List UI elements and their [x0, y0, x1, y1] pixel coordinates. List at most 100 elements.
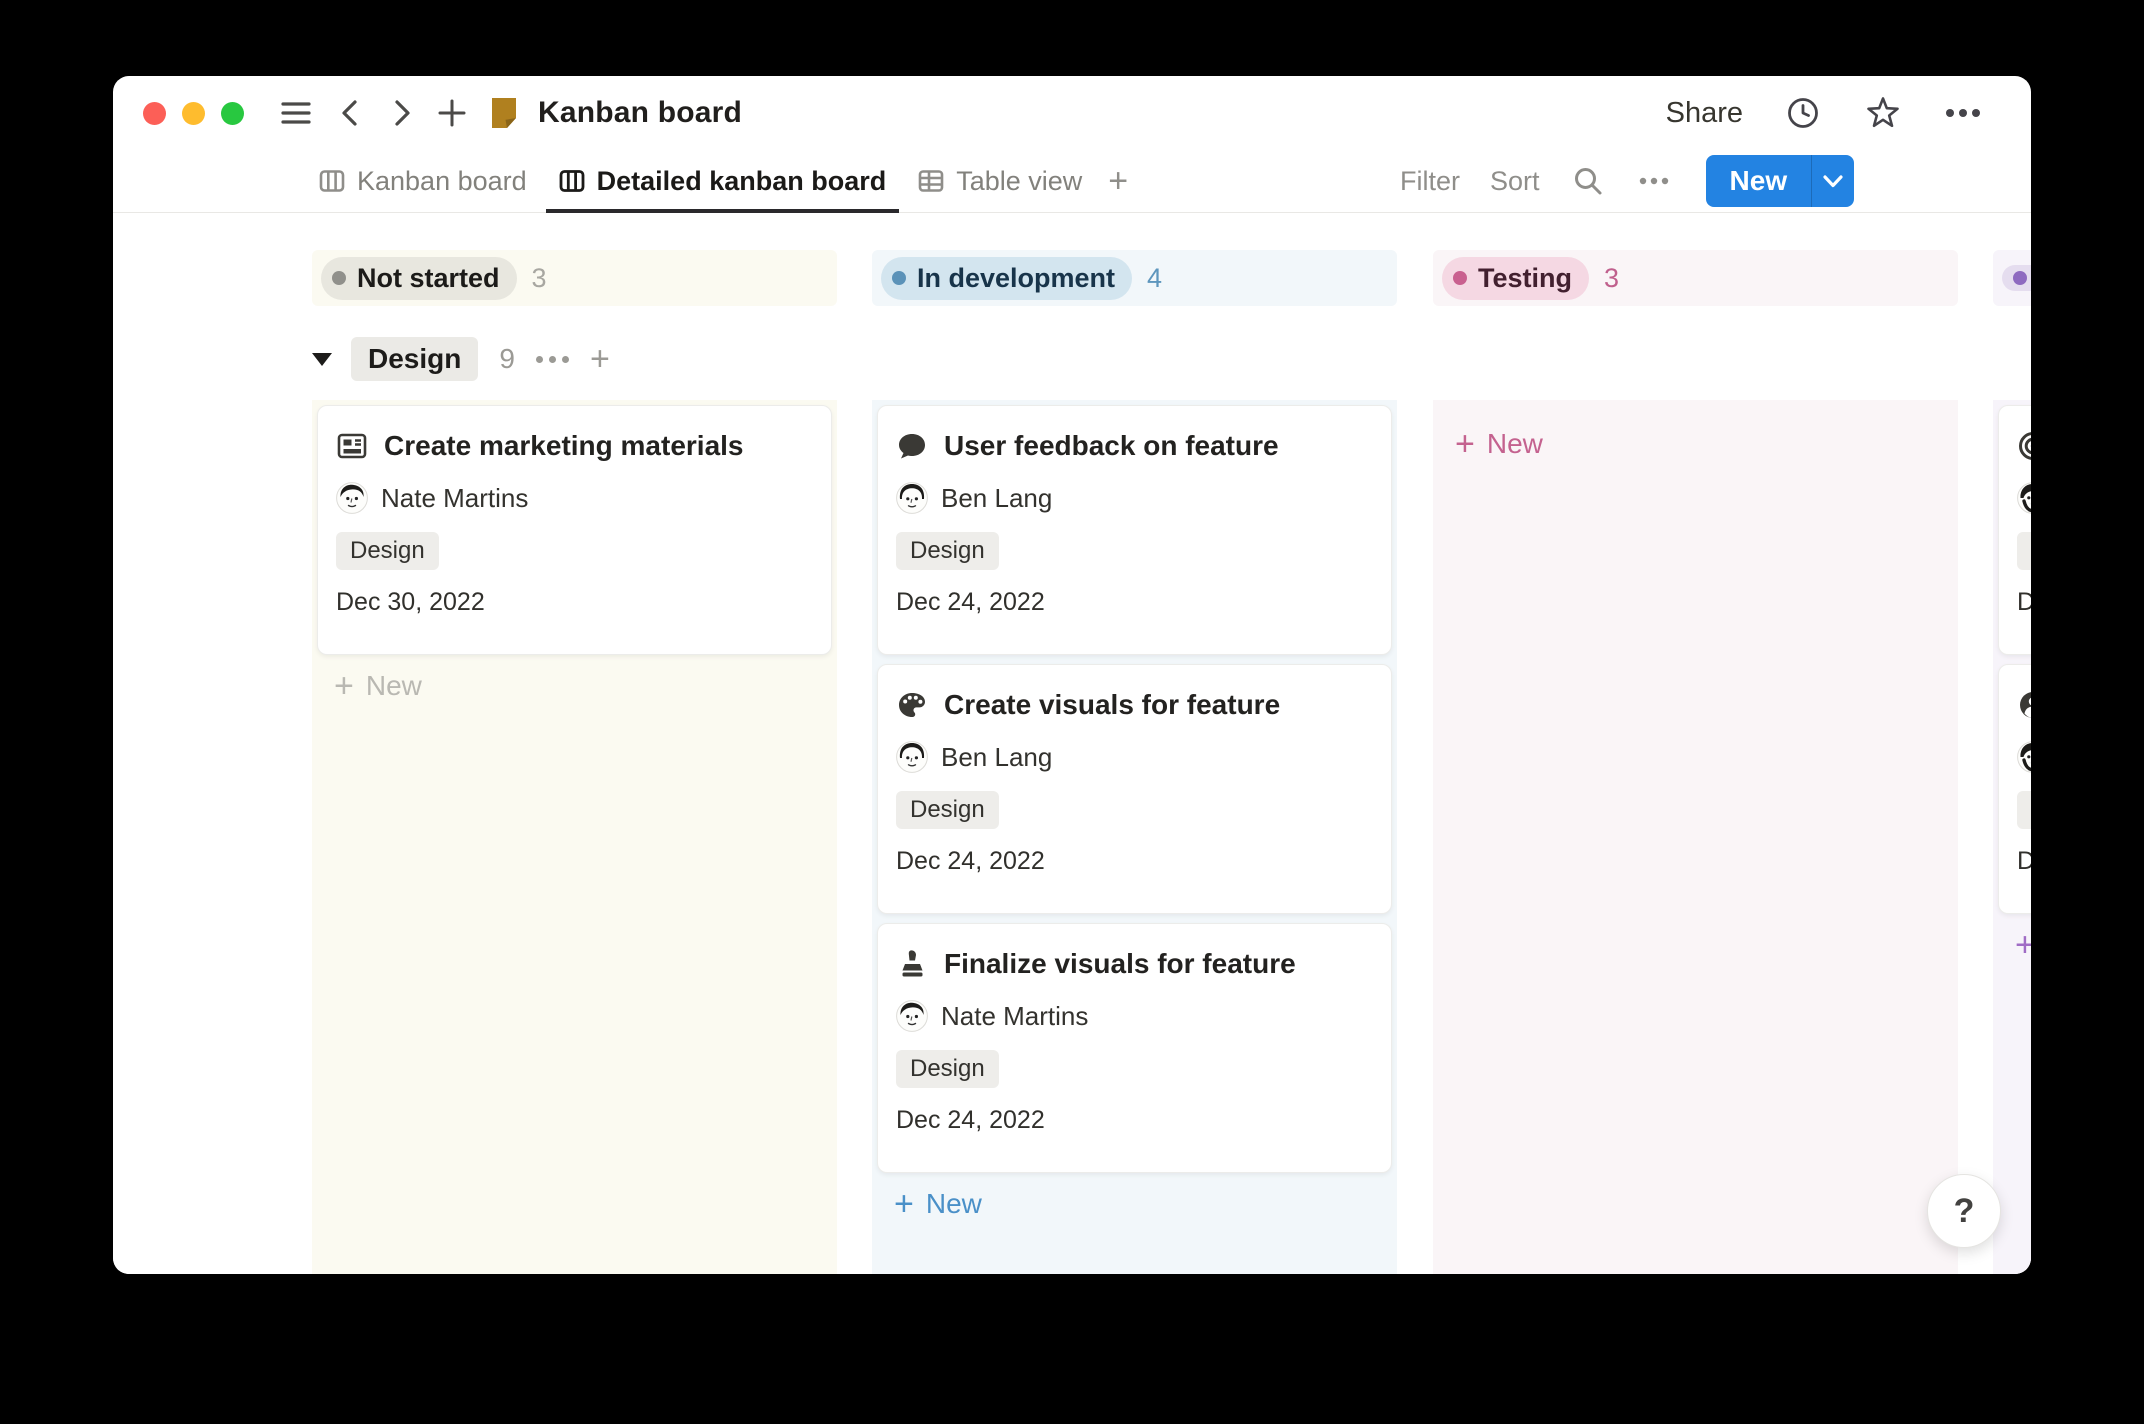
- avatar: [896, 741, 928, 773]
- group-pill[interactable]: Design: [351, 337, 478, 381]
- avatar: [896, 1000, 928, 1032]
- status-label: In development: [917, 263, 1115, 294]
- due-date: Dec 24, 2022: [896, 1106, 1373, 1135]
- column-header-in-development: In development 4: [872, 250, 1397, 306]
- card[interactable]: Design D: [1998, 405, 2031, 655]
- kanban-board: Not started 3 In development 4 Testing 3: [113, 213, 2031, 1274]
- plus-icon: +: [1455, 427, 1475, 461]
- column-body-not-started: Create marketing materials Nate Martins …: [312, 400, 837, 1274]
- group-options-dots-icon[interactable]: [534, 356, 571, 363]
- card-title: Create marketing materials: [384, 430, 744, 462]
- new-card-button[interactable]: + New: [894, 1187, 1397, 1221]
- status-dot: [1453, 271, 1467, 285]
- chevron-down-icon[interactable]: [1811, 155, 1854, 207]
- status-pill[interactable]: In development: [881, 257, 1132, 300]
- more-options-icon[interactable]: [1943, 93, 1983, 133]
- back-icon[interactable]: [330, 93, 370, 133]
- sidebar-menu-icon[interactable]: [276, 93, 316, 133]
- assignee-name: Nate Martins: [381, 483, 528, 514]
- card[interactable]: Finalize visuals for feature Nate Martin…: [877, 923, 1392, 1173]
- group-count: 9: [499, 343, 515, 375]
- status-dot: [892, 271, 906, 285]
- page-title[interactable]: Kanban board: [538, 96, 742, 130]
- due-date: Dec 30, 2022: [336, 588, 813, 617]
- collapse-triangle-icon[interactable]: [312, 353, 332, 366]
- titlebar: Kanban board Share: [113, 76, 2031, 150]
- new-card-button[interactable]: + New: [1455, 427, 1958, 461]
- tab-detailed-kanban-board[interactable]: Detailed kanban board: [543, 150, 903, 212]
- new-button-label[interactable]: New: [1706, 155, 1812, 207]
- avatar: [2017, 741, 2031, 773]
- due-date: D: [2017, 847, 2031, 876]
- new-card-button[interactable]: + New: [334, 669, 837, 703]
- view-options-dots-icon[interactable]: [1636, 163, 1672, 199]
- column-count: 4: [1147, 263, 1162, 294]
- tab-kanban-board[interactable]: Kanban board: [303, 150, 543, 212]
- card[interactable]: Create marketing materials Nate Martins …: [317, 405, 832, 655]
- due-date: Dec 24, 2022: [896, 588, 1373, 617]
- card-title: Create visuals for feature: [944, 689, 1280, 721]
- newspaper-icon: [336, 430, 368, 462]
- avatar: [896, 482, 928, 514]
- plus-icon: +: [894, 1187, 914, 1221]
- target-icon: [2017, 430, 2031, 462]
- card[interactable]: Design D: [1998, 664, 2031, 914]
- status-pill[interactable]: Not started: [321, 257, 517, 300]
- favorite-star-icon[interactable]: [1863, 93, 1903, 133]
- new-card-button[interactable]: + New: [2015, 928, 2031, 962]
- column-count: 3: [532, 263, 547, 294]
- avatar: [2017, 482, 2031, 514]
- status-pill[interactable]: [2002, 265, 2031, 291]
- tab-label: Detailed kanban board: [597, 166, 887, 197]
- card-title: Finalize visuals for feature: [944, 948, 1296, 980]
- status-dot: [2013, 271, 2027, 285]
- card[interactable]: Create visuals for feature Ben Lang Desi…: [877, 664, 1392, 914]
- board-toolbar: Filter Sort New: [1400, 150, 1854, 212]
- status-dot: [332, 271, 346, 285]
- forward-icon[interactable]: [382, 93, 422, 133]
- sort-button[interactable]: Sort: [1490, 166, 1540, 197]
- plus-icon: +: [334, 669, 354, 703]
- minimize-window-button[interactable]: [182, 102, 205, 125]
- new-page-plus-icon[interactable]: [432, 93, 472, 133]
- palette-icon: [896, 689, 928, 721]
- column-body-in-development: User feedback on feature Ben Lang Design…: [872, 400, 1397, 1274]
- tab-label: Table view: [956, 166, 1082, 197]
- column-header-clipped: [1993, 250, 2031, 306]
- column-header-not-started: Not started 3: [312, 250, 837, 306]
- traffic-lights: [143, 102, 244, 125]
- assignee-name: Ben Lang: [941, 483, 1052, 514]
- assignee-name: Ben Lang: [941, 742, 1052, 773]
- search-icon[interactable]: [1570, 163, 1606, 199]
- group-row-design: Design 9 +: [312, 328, 610, 390]
- card[interactable]: User feedback on feature Ben Lang Design…: [877, 405, 1392, 655]
- paintbrush-icon: [896, 948, 928, 980]
- plus-icon: +: [2015, 928, 2031, 962]
- assignee-name: Nate Martins: [941, 1001, 1088, 1032]
- card-title: User feedback on feature: [944, 430, 1279, 462]
- share-button[interactable]: Share: [1666, 97, 1743, 130]
- tab-label: Kanban board: [357, 166, 527, 197]
- tag-pill: Design: [896, 1050, 999, 1088]
- close-window-button[interactable]: [143, 102, 166, 125]
- help-button[interactable]: ?: [1927, 1174, 2001, 1248]
- tag-pill: Design: [896, 791, 999, 829]
- titlebar-actions: Share: [1666, 93, 1983, 133]
- tag-pill: Design: [336, 532, 439, 570]
- updates-clock-icon[interactable]: [1783, 93, 1823, 133]
- new-button[interactable]: New: [1706, 155, 1855, 207]
- column-count: 3: [1604, 263, 1619, 294]
- tag-pill: Design: [896, 532, 999, 570]
- tag-pill: Design: [2017, 791, 2031, 829]
- filter-button[interactable]: Filter: [1400, 166, 1460, 197]
- tag-pill: Design: [2017, 532, 2031, 570]
- add-view-plus-icon[interactable]: +: [1098, 162, 1138, 201]
- view-tabbar: Kanban board Detailed kanban board Table…: [113, 150, 2031, 213]
- status-pill[interactable]: Testing: [1442, 257, 1589, 300]
- page-emoji-icon: [484, 93, 524, 133]
- bust-icon: [2017, 689, 2031, 721]
- tab-table-view[interactable]: Table view: [902, 150, 1098, 212]
- group-add-plus-icon[interactable]: +: [590, 342, 610, 376]
- column-body-clipped: Design D Design D + New: [1993, 400, 2031, 1274]
- zoom-window-button[interactable]: [221, 102, 244, 125]
